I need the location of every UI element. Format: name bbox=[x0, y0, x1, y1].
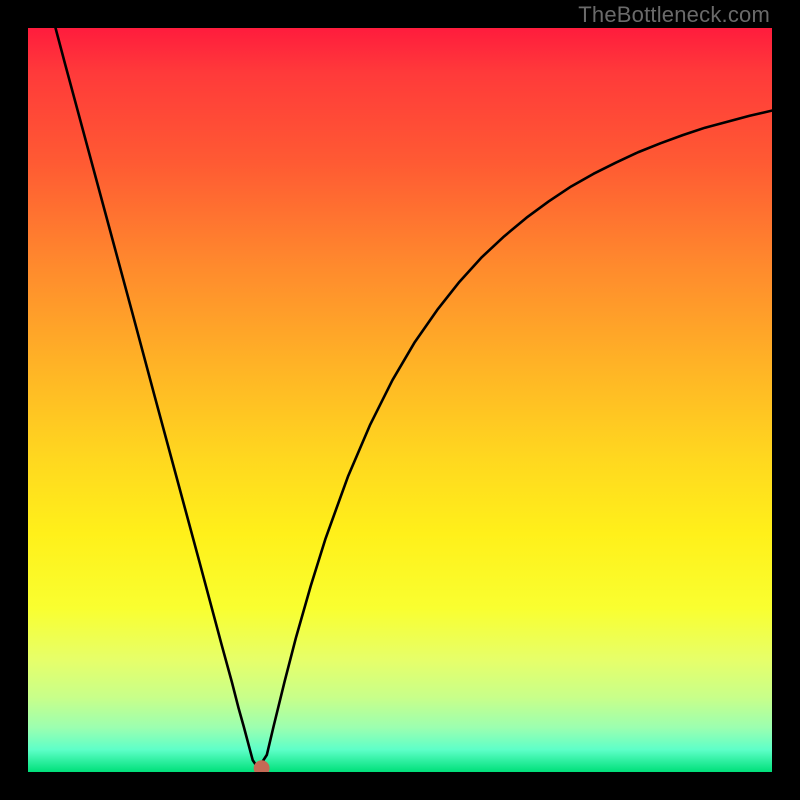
bottleneck-curve bbox=[56, 28, 772, 765]
minimum-marker bbox=[254, 760, 270, 772]
plot-area bbox=[28, 28, 772, 772]
chart-frame: TheBottleneck.com bbox=[0, 0, 800, 800]
watermark-label: TheBottleneck.com bbox=[578, 2, 770, 28]
chart-svg bbox=[28, 28, 772, 772]
